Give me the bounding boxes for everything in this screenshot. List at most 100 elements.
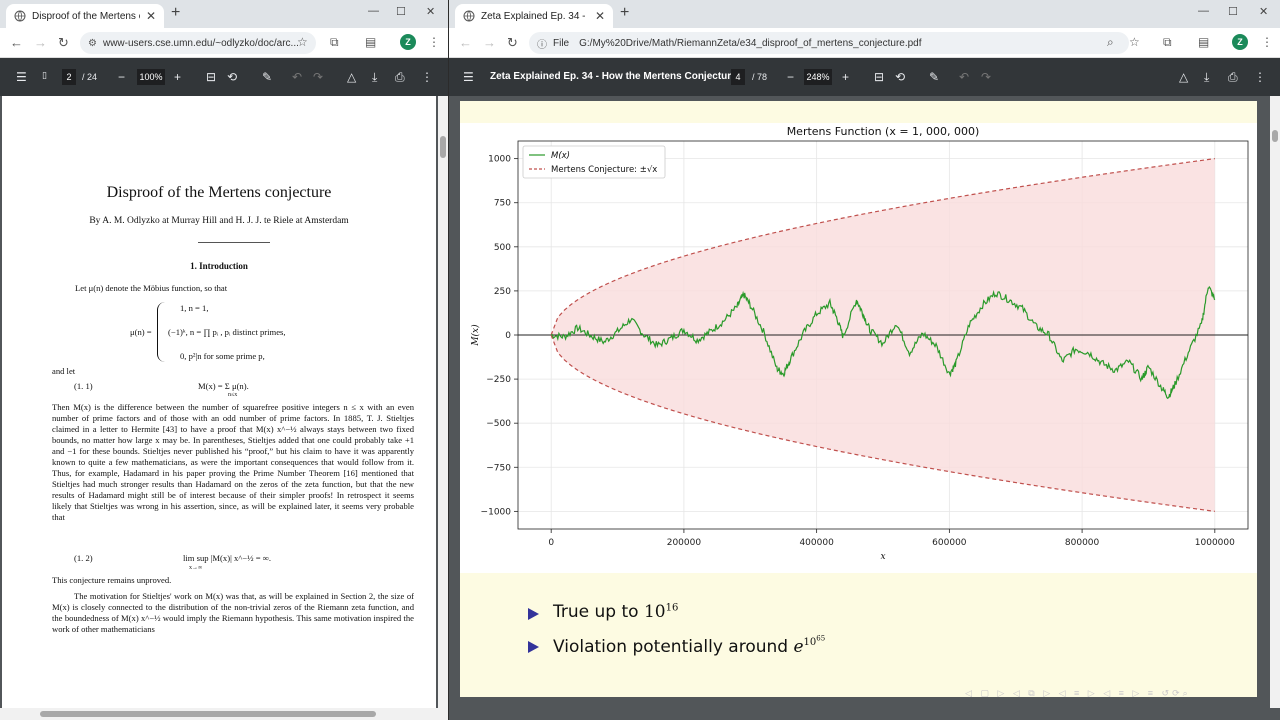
zoom-out-icon[interactable]: − bbox=[787, 70, 794, 84]
y-tick-label: 0 bbox=[505, 331, 511, 341]
tab-title: Zeta Explained Ep. 34 - How the bbox=[481, 10, 589, 22]
reload-icon[interactable]: ↻ bbox=[507, 35, 518, 51]
zoom-icon[interactable]: ⌕ bbox=[1107, 35, 1114, 50]
zoom-input[interactable]: 248% bbox=[804, 69, 832, 85]
annotate-pen-icon[interactable]: ✎ bbox=[929, 70, 939, 84]
y-axis-label: M(x) bbox=[470, 324, 481, 347]
undo-icon[interactable]: ↶ bbox=[959, 70, 969, 84]
paragraph: The motivation for Stieltjes' work on M(… bbox=[52, 591, 414, 634]
bookmark-star-icon[interactable]: ☆ bbox=[1129, 35, 1140, 49]
print-icon[interactable]: ⎙ bbox=[1228, 70, 1238, 85]
paper-line: and let bbox=[52, 366, 76, 376]
rotate-icon[interactable]: ⟲ bbox=[227, 70, 237, 84]
zoom-out-icon[interactable]: − bbox=[118, 70, 125, 84]
drive-save-icon[interactable]: △ bbox=[1179, 70, 1188, 84]
print-icon[interactable]: ⎙ bbox=[395, 70, 405, 85]
mertens-chart: 0 200000 400000 600000 800000 1000000 −1000 −75… bbox=[470, 125, 1249, 562]
profile-avatar[interactable]: Z bbox=[1232, 34, 1248, 50]
page-icon: ▯ bbox=[42, 70, 47, 80]
extensions-icon[interactable]: ⧉ bbox=[1163, 35, 1172, 50]
address-bar[interactable]: ⓘ File G:/My%20Drive/Math/RiemannZeta/e3… bbox=[529, 32, 1129, 54]
undo-icon[interactable]: ↶ bbox=[292, 70, 302, 84]
close-window-icon[interactable]: ✕ bbox=[1259, 5, 1268, 18]
x-tick-label: 1000000 bbox=[1195, 538, 1235, 548]
new-tab-icon[interactable]: + bbox=[171, 4, 180, 22]
tab-title: Disproof of the Mertens conjec bbox=[32, 10, 140, 22]
site-info-icon[interactable]: ⚙ bbox=[88, 38, 97, 49]
paper-authors: By A. M. Odlyzko at Murray Hill and H. J… bbox=[89, 216, 349, 226]
fit-page-icon[interactable]: ⊟ bbox=[206, 70, 216, 84]
close-tab-icon[interactable]: ✕ bbox=[595, 9, 605, 23]
profile-avatar[interactable]: Z bbox=[400, 34, 416, 50]
page-number-input[interactable]: 2 bbox=[62, 69, 76, 85]
back-icon[interactable]: ← bbox=[10, 35, 23, 50]
pdf-viewport: 0 200000 400000 600000 800000 1000000 −1000 −75… bbox=[449, 96, 1280, 720]
paper-line: Let μ(n) denote the Möbius function, so … bbox=[75, 283, 228, 293]
scroll-thumb[interactable] bbox=[440, 136, 446, 158]
vertical-scrollbar[interactable] bbox=[438, 96, 448, 708]
vertical-scrollbar[interactable] bbox=[1270, 96, 1280, 708]
redo-icon[interactable]: ↷ bbox=[981, 70, 991, 84]
section-heading: 1. Introduction bbox=[190, 261, 248, 271]
close-tab-icon[interactable]: ✕ bbox=[146, 9, 156, 23]
minimize-icon[interactable]: — bbox=[368, 5, 379, 17]
forward-icon[interactable]: → bbox=[34, 35, 47, 50]
reload-icon[interactable]: ↻ bbox=[58, 35, 69, 51]
rotate-icon[interactable]: ⟲ bbox=[895, 70, 905, 84]
side-panel-icon[interactable]: ▤ bbox=[365, 35, 376, 49]
x-tick-label: 600000 bbox=[932, 538, 967, 548]
scroll-thumb[interactable] bbox=[1272, 130, 1278, 142]
bookmark-star-icon[interactable]: ☆ bbox=[297, 35, 308, 49]
zoom-in-icon[interactable]: + bbox=[174, 70, 181, 84]
menu-kebab-icon[interactable]: ⋮ bbox=[428, 35, 440, 49]
extensions-icon[interactable]: ⧉ bbox=[330, 35, 339, 50]
x-tick-label: 200000 bbox=[667, 538, 702, 548]
paper-line: This conjecture remains unproved. bbox=[52, 575, 172, 585]
x-axis-label: x bbox=[880, 552, 885, 562]
hamburger-menu-icon[interactable]: ☰ bbox=[463, 70, 474, 84]
forward-icon[interactable]: → bbox=[483, 35, 496, 50]
page-number-input[interactable]: 4 bbox=[731, 69, 745, 85]
download-icon[interactable]: ⤓ bbox=[372, 70, 377, 85]
paper-title: Disproof of the Mertens conjecture bbox=[106, 184, 332, 201]
y-tick-label: 1000 bbox=[488, 155, 511, 165]
x-tick-label: 400000 bbox=[799, 538, 834, 548]
scroll-thumb[interactable] bbox=[40, 711, 376, 717]
beamer-nav-icons[interactable]: ◁ ▢ ▷ ◁ ⧉ ▷ ◁ ≡ ▷ ◁ ≡ ▷ ≡ ↺⟳⌕ bbox=[965, 688, 1191, 699]
x-tick-label: 800000 bbox=[1065, 538, 1100, 548]
y-tick-label: 500 bbox=[494, 243, 511, 253]
y-tick-label: 250 bbox=[494, 287, 511, 297]
address-bar[interactable]: ⚙ www-users.cse.umn.edu/~odlyzko/doc/arc… bbox=[80, 32, 316, 54]
mobius-case-1: 1, n = 1, bbox=[180, 303, 209, 313]
close-window-icon[interactable]: ✕ bbox=[426, 5, 435, 18]
hamburger-menu-icon[interactable]: ☰ bbox=[16, 70, 27, 84]
equation-label: (1. 2) bbox=[74, 553, 93, 563]
side-panel-icon[interactable]: ▤ bbox=[1198, 35, 1209, 49]
globe-icon bbox=[463, 10, 475, 22]
page-total: / 24 bbox=[82, 72, 98, 82]
maximize-icon[interactable]: ☐ bbox=[396, 5, 406, 18]
menu-kebab-icon[interactable]: ⋮ bbox=[1261, 35, 1273, 49]
more-actions-icon[interactable]: ⋮ bbox=[421, 70, 433, 84]
fit-page-icon[interactable]: ⊟ bbox=[874, 70, 884, 84]
bullet-item-2: Violation potentially around e1065 bbox=[553, 635, 826, 657]
info-icon[interactable]: ⓘ bbox=[537, 36, 547, 51]
download-icon[interactable]: ⤓ bbox=[1204, 70, 1209, 85]
paper-page: Disproof of the Mertens conjecture By A.… bbox=[2, 96, 436, 720]
back-icon[interactable]: ← bbox=[459, 35, 472, 50]
browser-tab[interactable]: Zeta Explained Ep. 34 - How the ✕ bbox=[455, 4, 613, 28]
redo-icon[interactable]: ↷ bbox=[313, 70, 323, 84]
browser-tab[interactable]: Disproof of the Mertens conjec ✕ bbox=[6, 4, 164, 28]
equation-subscript: x→∞ bbox=[189, 565, 203, 571]
drive-save-icon[interactable]: △ bbox=[347, 70, 356, 84]
horizontal-scrollbar[interactable] bbox=[0, 708, 448, 720]
mobius-case-2: (−1)ᵏ, n = ∏ pᵢ , pᵢ distinct primes, bbox=[168, 327, 286, 337]
minimize-icon[interactable]: — bbox=[1198, 5, 1209, 17]
new-tab-icon[interactable]: + bbox=[620, 4, 629, 22]
pdf-toolbar: ☰ ▯ 2 / 24 − 100% + ⊟ ⟲ ✎ ↶ ↷ △ ⤓ ⎙ ⋮ bbox=[0, 58, 448, 96]
annotate-pen-icon[interactable]: ✎ bbox=[262, 70, 272, 84]
maximize-icon[interactable]: ☐ bbox=[1228, 5, 1238, 18]
zoom-input[interactable]: 100% bbox=[137, 69, 165, 85]
more-actions-icon[interactable]: ⋮ bbox=[1254, 70, 1266, 84]
zoom-in-icon[interactable]: + bbox=[842, 70, 849, 84]
